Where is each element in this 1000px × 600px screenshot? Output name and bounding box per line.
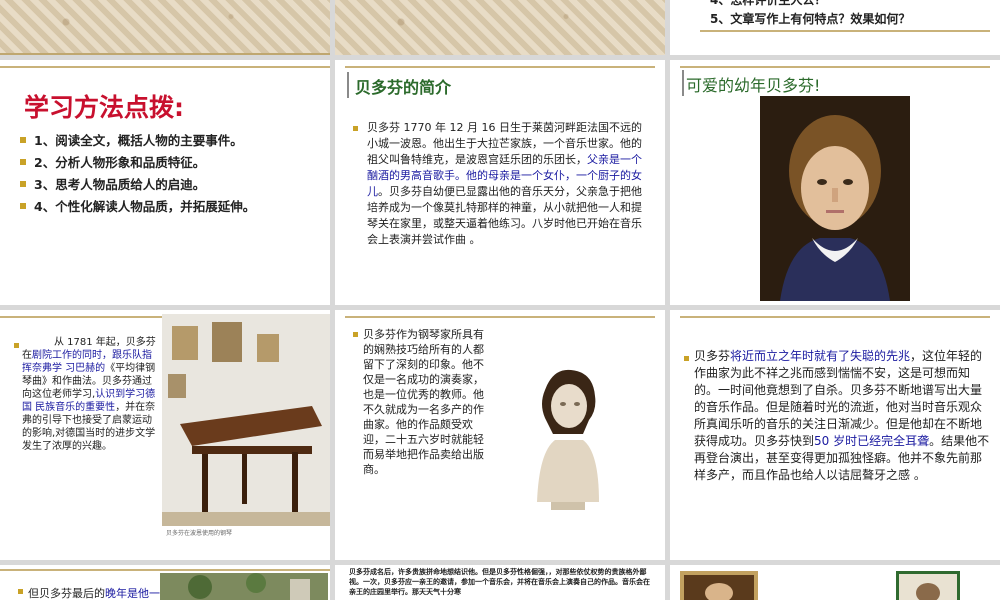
slide-title: 学习方法点拨: <box>24 93 184 122</box>
slide-text: 但贝多芬最后的晚年是他一 <box>28 585 160 600</box>
divider <box>680 66 990 68</box>
portrait-image <box>896 571 960 600</box>
bullet-icon <box>14 343 19 348</box>
bullet-icon <box>20 159 26 165</box>
bullet-icon <box>684 356 689 361</box>
paragraph-text: 。贝多芬自幼便已显露出他的音乐天分，父亲急于把他培养成为一个像莫扎特那样的神童，… <box>367 185 642 246</box>
slide-title: 可爱的幼年贝多芬! <box>686 76 821 95</box>
bust-image <box>523 362 611 510</box>
slide-title: 贝多芬的简介 <box>355 78 452 97</box>
slide-thumb-late[interactable]: 但贝多芬最后的晚年是他一 <box>0 565 330 600</box>
divider <box>345 316 655 318</box>
slide-thumb-top-1[interactable] <box>0 0 330 55</box>
paragraph-text: 贝多芬 <box>694 349 731 363</box>
divider <box>0 569 330 571</box>
slide-thumb-fame[interactable]: 贝多芬成名后，许多贵族拼命地想结识他。但是贝多芬性格倔强，，对那些依仗权势的贵族… <box>335 565 665 600</box>
list-item: 1、阅读全文，概括人物的主要事件。 <box>34 133 243 148</box>
slide-thumb-portraits[interactable] <box>670 565 1000 600</box>
slide-thumb-intro[interactable]: 贝多芬的简介 贝多芬 1770 年 12 月 16 日生于莱茵河畔距法国不远的小… <box>335 60 665 305</box>
title-marker <box>347 72 349 98</box>
list-item: 4、个性化解读人物品质，并拓展延伸。 <box>34 199 256 214</box>
slide-thumb-deaf[interactable]: 贝多芬将近而立之年时就有了失聪的先兆，这位年轻的作曲家为此不祥之兆而感到惴惴不安… <box>670 310 1000 560</box>
slide-paragraph: 从 1781 年起，贝多芬在剧院工作的同时，跟乐队指挥奈弗学 习巴赫的《平均律钢… <box>22 336 158 453</box>
slide-thumb-methods[interactable]: 学习方法点拨: 1、阅读全文，概括人物的主要事件。 2、分析人物形象和品质特征。… <box>0 60 330 305</box>
divider <box>680 316 990 318</box>
portrait-image <box>680 571 758 600</box>
piano-image <box>162 314 330 526</box>
paragraph-text: 但贝多芬最后的 <box>28 587 105 600</box>
highlight-text: 将近而立之年时就有了失聪的先兆 <box>730 349 911 363</box>
title-marker <box>682 70 684 96</box>
divider <box>0 66 330 68</box>
highlight-text: 50 岁时已经完全耳聋 <box>814 434 930 448</box>
bullet-icon <box>20 181 26 187</box>
slide-paragraph: 贝多芬作为钢琴家所具有的娴熟技巧给所有的人都留下了深刻的印象。他不仅是一名成功的… <box>363 328 484 476</box>
bullet-icon <box>353 332 358 337</box>
slide-thumb-child[interactable]: 可爱的幼年贝多芬! <box>670 60 1000 305</box>
slide-text-line4: 4、怎样评价主人公？ <box>710 0 827 7</box>
slide-thumb-1781[interactable]: 从 1781 年起，贝多芬在剧院工作的同时，跟乐队指挥奈弗学 习巴赫的《平均律钢… <box>0 310 330 560</box>
slide-thumb-pianist[interactable]: 贝多芬作为钢琴家所具有的娴熟技巧给所有的人都留下了深刻的印象。他不仅是一名成功的… <box>335 310 665 560</box>
bullet-icon <box>18 589 23 594</box>
tree-image <box>160 573 328 600</box>
portrait-image <box>760 96 910 301</box>
divider <box>700 30 990 32</box>
divider <box>0 53 330 55</box>
bullet-icon <box>353 126 358 131</box>
list-item: 3、思考人物品质给人的启迪。 <box>34 177 206 192</box>
slide-thumb-top-3[interactable]: 4、怎样评价主人公？ 5、文章写作上有何特点？效果如何？ <box>670 0 1000 55</box>
slide-thumb-top-2[interactable] <box>335 0 665 55</box>
divider <box>345 66 655 68</box>
slide-paragraph: 贝多芬 1770 年 12 月 16 日生于莱茵河畔距法国不远的小城一波恩。他出… <box>367 120 642 248</box>
highlight-text: 晚年是他一 <box>105 587 160 600</box>
slide-text-line5: 5、文章写作上有何特点？效果如何？ <box>710 12 911 26</box>
slide-paragraph: 贝多芬将近而立之年时就有了失聪的先兆，这位年轻的作曲家为此不祥之兆而感到惴惴不安… <box>694 348 990 484</box>
bullet-icon <box>20 203 26 209</box>
slide-paragraph: 贝多芬成名后，许多贵族拼命地想结识他。但是贝多芬性格倔强，，对那些依仗权势的贵族… <box>349 568 650 596</box>
bullet-icon <box>20 137 26 143</box>
list-item: 2、分析人物形象和品质特征。 <box>34 155 206 170</box>
image-caption: 贝多芬在波恩使用的钢琴 <box>166 530 233 537</box>
